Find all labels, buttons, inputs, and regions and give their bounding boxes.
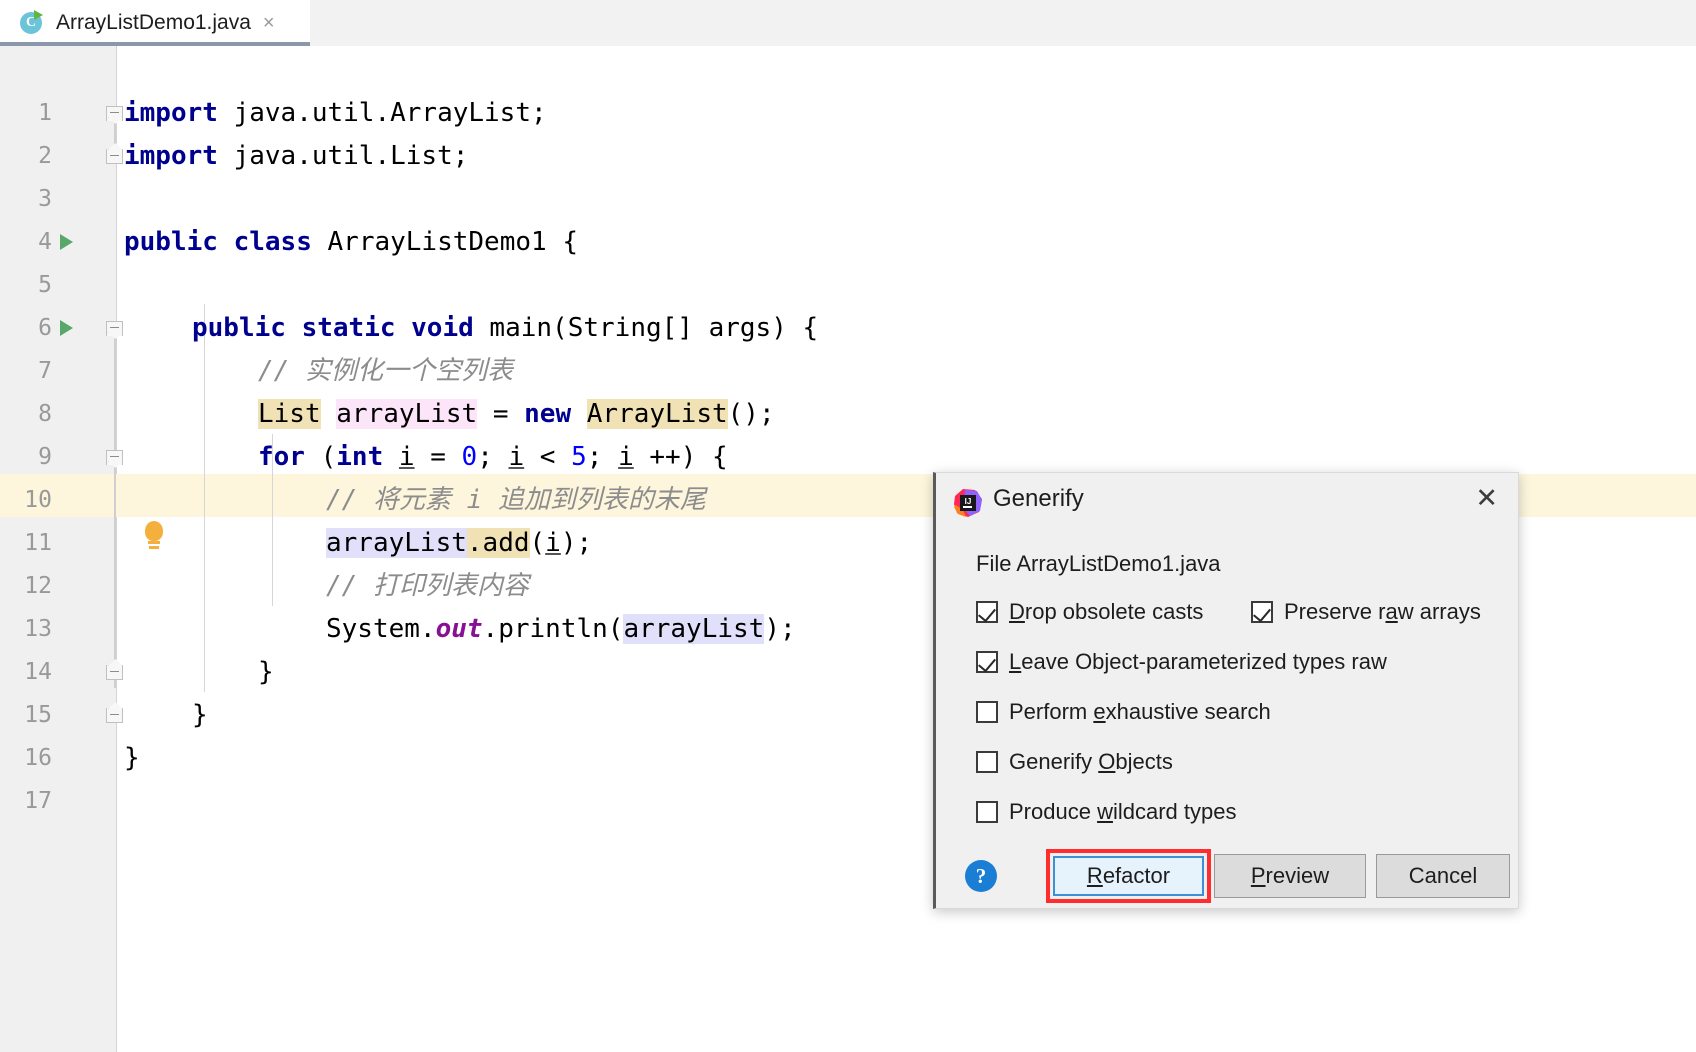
checkbox-label: Leave Object-parameterized types raw: [1009, 649, 1387, 674]
help-icon[interactable]: ?: [965, 860, 997, 892]
code-line-6[interactable]: 6 public static void main(String[] args)…: [0, 307, 1696, 350]
highlight-method-add: .add: [466, 528, 530, 558]
fold-toggle-icon[interactable]: [106, 447, 125, 468]
code-text-line-2: import java.util.List;: [124, 141, 469, 171]
checkbox-preserve-raw-arrays[interactable]: Preserve raw arrays: [1251, 599, 1481, 625]
code-line-3[interactable]: 3: [0, 178, 1696, 221]
preview-button[interactable]: Preview: [1214, 854, 1366, 898]
refactor-button-label: Refactor: [1086, 863, 1171, 888]
intellij-idea-icon: IJ: [953, 488, 983, 518]
close-icon[interactable]: ✕: [1475, 485, 1498, 512]
line-number: 7: [38, 358, 52, 384]
checkbox-box[interactable]: [1251, 601, 1273, 623]
checkbox-leave-object-parameterized-types-raw[interactable]: Leave Object-parameterized types raw: [976, 649, 1387, 675]
checkbox-box[interactable]: [976, 651, 998, 673]
code-text-line-16: }: [124, 743, 140, 773]
code-line-5[interactable]: 5: [0, 264, 1696, 307]
editor-tab-bar: C ArrayListDemo1.java ×: [0, 0, 1696, 46]
refactor-button[interactable]: Refactor: [1053, 856, 1204, 896]
code-text-line-15: }: [192, 700, 208, 730]
checkbox-produce-wildcard-types[interactable]: Produce wildcard types: [976, 799, 1236, 825]
line-number: 11: [24, 530, 52, 556]
code-text-line-6: public static void main(String[] args) {: [192, 313, 819, 343]
checkbox-perform-exhaustive-search[interactable]: Perform exhaustive search: [976, 699, 1271, 725]
line-number: 9: [38, 444, 52, 470]
line-number: 5: [38, 272, 52, 298]
checkbox-box[interactable]: [976, 701, 998, 723]
fold-toggle-icon[interactable]: [106, 659, 125, 681]
intention-lightbulb-icon[interactable]: [143, 521, 165, 551]
line-number: 14: [24, 659, 52, 685]
dialog-title: Generify: [993, 485, 1084, 512]
code-comment-line-12: // 打印列表内容: [326, 571, 529, 601]
code-line-1[interactable]: 1 import java.util.ArrayList;: [0, 92, 1696, 135]
line-number: 17: [24, 788, 52, 814]
fold-toggle-icon[interactable]: [106, 702, 125, 724]
checkbox-label: Perform exhaustive search: [1009, 699, 1271, 724]
code-line-7[interactable]: 7 // 实例化一个空列表: [0, 350, 1696, 393]
code-comment-line-10: // 将元素 i 追加到列表的末尾: [326, 485, 706, 515]
code-comment-line-7: // 实例化一个空列表: [258, 356, 513, 386]
fold-toggle-icon[interactable]: [106, 318, 125, 339]
line-number: 3: [38, 186, 52, 212]
fold-toggle-icon[interactable]: [106, 143, 125, 165]
line-number: 4: [38, 229, 52, 255]
editor-tab-arraylistdemo1[interactable]: C ArrayListDemo1.java ×: [0, 0, 310, 46]
checkbox-box[interactable]: [976, 801, 998, 823]
code-text-line-4: public class ArrayListDemo1 {: [124, 227, 578, 257]
checkbox-generify-objects[interactable]: Generify Objects: [976, 749, 1173, 775]
line-number: 13: [24, 616, 52, 642]
code-line-4[interactable]: 4 public class ArrayListDemo1 {: [0, 221, 1696, 264]
preview-button-label: Preview: [1250, 863, 1330, 888]
code-text-line-14: }: [258, 657, 274, 687]
run-class-icon[interactable]: [60, 234, 73, 250]
checkbox-box[interactable]: [976, 601, 998, 623]
line-number: 15: [24, 702, 52, 728]
code-text-line-8: List arrayList = new ArrayList();: [258, 399, 775, 429]
cancel-button[interactable]: Cancel: [1376, 854, 1510, 898]
line-number: 6: [38, 315, 52, 341]
highlight-var-arraylist: arrayList: [326, 528, 467, 558]
line-number: 1: [38, 100, 52, 126]
line-number: 10: [24, 487, 52, 513]
line-number: 16: [24, 745, 52, 771]
code-text-line-11: arrayList.add(i);: [326, 528, 593, 558]
svg-text:IJ: IJ: [965, 497, 972, 506]
cancel-button-label: Cancel: [1408, 863, 1478, 888]
generify-dialog[interactable]: IJ Generify ✕ File ArrayListDemo1.java D…: [933, 472, 1519, 909]
checkbox-drop-obsolete-casts[interactable]: Drop obsolete casts: [976, 599, 1203, 625]
code-line-2[interactable]: 2 import java.util.List;: [0, 135, 1696, 178]
highlight-var-arraylist: arrayList: [336, 399, 478, 429]
dialog-title-bar: IJ Generify ✕: [936, 473, 1518, 533]
code-text-line-9: for (int i = 0; i < 5; i ++) {: [258, 442, 728, 472]
code-text-line-13: System.out.println(arrayList);: [326, 614, 796, 644]
code-text-line-1: import java.util.ArrayList;: [124, 98, 547, 128]
line-number: 12: [24, 573, 52, 599]
checkbox-label: Generify Objects: [1009, 749, 1173, 774]
close-icon[interactable]: ×: [263, 13, 275, 33]
checkbox-label: Produce wildcard types: [1009, 799, 1237, 824]
checkbox-box[interactable]: [976, 751, 998, 773]
highlight-var-arraylist: arrayList: [623, 614, 765, 644]
line-number: 2: [38, 143, 52, 169]
dialog-file-label: File ArrayListDemo1.java: [976, 551, 1221, 576]
java-class-icon: C: [20, 10, 46, 36]
editor-tab-label: ArrayListDemo1.java: [56, 11, 251, 34]
highlight-type-list: List: [258, 399, 321, 429]
run-method-icon[interactable]: [60, 320, 73, 336]
line-number: 8: [38, 401, 52, 427]
code-line-8[interactable]: 8 List arrayList = new ArrayList();: [0, 393, 1696, 436]
checkbox-label: Drop obsolete casts: [1009, 599, 1204, 624]
checkbox-label: Preserve raw arrays: [1284, 599, 1481, 624]
highlight-ctor-arraylist: ArrayList: [586, 399, 728, 429]
fold-toggle-icon[interactable]: [106, 103, 125, 124]
